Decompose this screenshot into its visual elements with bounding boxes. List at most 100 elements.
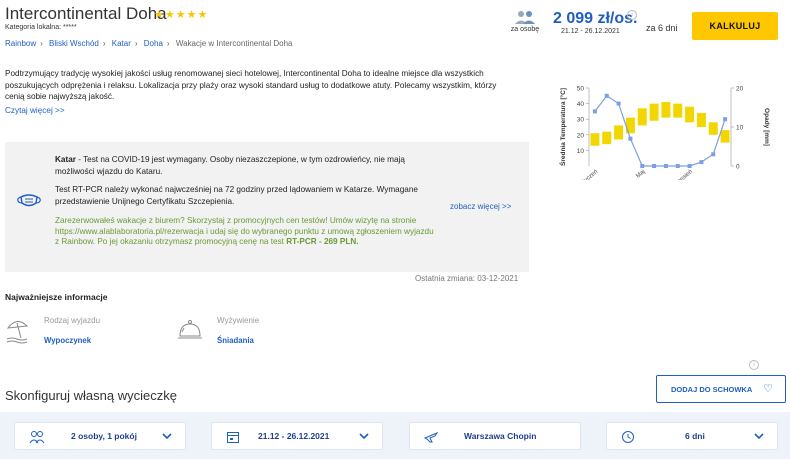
hotel-description: Podtrzymujący tradycję wysokiej jakości …: [5, 69, 497, 101]
y-tick-label: 20: [577, 132, 585, 139]
y-right-tick-label: 20: [736, 86, 744, 93]
climate-chart: 10 20 30 40 50 0 10 20 Średnia Temperatura [°C] O…: [558, 86, 770, 181]
covid-requirement: Katar - Test na COVID-19 jest wymagany. …: [55, 154, 425, 177]
persons-select[interactable]: 2 osoby, 1 pokój: [14, 422, 186, 450]
temperature-bar: [661, 102, 671, 118]
people-icon: [29, 431, 45, 444]
breadcrumb-item-city[interactable]: Doha: [144, 39, 163, 48]
rainfall-point: [687, 164, 692, 168]
per-person-label: za osobę: [510, 26, 540, 33]
key-info-title: Najważniejsze informacje: [5, 292, 108, 302]
info-icon[interactable]: i: [749, 360, 759, 370]
days-label: za 6 dni: [646, 23, 678, 33]
people-icon: [515, 11, 535, 24]
y-right-tick-label: 10: [736, 125, 744, 132]
temperature-bar: [614, 125, 624, 140]
trip-type-value: Wypoczynek: [44, 336, 92, 345]
calendar-icon: [227, 432, 239, 443]
temperature-bar: [720, 130, 730, 143]
rainfall-point: [699, 160, 704, 165]
board-label: Wyżywienie: [217, 316, 260, 325]
temperature-bar: [637, 108, 647, 126]
price: 2 099 zł/os.: [553, 10, 638, 27]
x-tick-label: Wrzesień: [671, 169, 694, 180]
y-tick-label: 10: [577, 148, 585, 155]
chevron-right-icon: ›: [134, 39, 138, 48]
x-tick-label: Maj: [635, 169, 646, 180]
covid-promo-price: RT-PCR - 269 PLN.: [286, 237, 359, 246]
calculate-button[interactable]: KALKULUJ: [692, 12, 778, 40]
cloche-icon: [178, 320, 202, 339]
airplane-icon: [424, 432, 438, 443]
heart-icon: ♡: [763, 383, 773, 395]
rainfall-point: [604, 93, 609, 98]
chevron-right-icon: ›: [102, 39, 106, 48]
trip-type-info: Rodzaj wyjazdu Wypoczynek: [44, 316, 100, 345]
duration-select[interactable]: 6 dni: [606, 422, 778, 450]
airport-select[interactable]: Warszawa Chopin: [409, 422, 581, 450]
covid-requirement-text: - Test na COVID-19 jest wymagany. Osoby …: [55, 155, 405, 176]
add-to-clipboard-button[interactable]: DODAJ DO SCHOWKA ♡: [656, 375, 786, 403]
chevron-right-icon: ›: [166, 39, 170, 48]
temperature-bar: [708, 122, 718, 135]
chevron-down-icon: [359, 433, 369, 440]
covid-promo-text: Zarezerwowałeś wakacje z biurem? Skorzys…: [55, 216, 434, 246]
temperature-bar: [685, 106, 695, 123]
covid-info-box: Katar - Test na COVID-19 jest wymagany. …: [5, 142, 529, 272]
persons-value: 2 osoby, 1 pokój: [71, 431, 137, 441]
breadcrumb-item-rainbow[interactable]: Rainbow: [5, 39, 36, 48]
hotel-title: Intercontinental Doha: [5, 4, 167, 23]
y-tick-label: 50: [577, 86, 585, 93]
y-tick-label: 40: [577, 101, 585, 108]
y-right-axis-label: Opady [mm]: [763, 108, 770, 146]
duration-value: 6 dni: [685, 431, 705, 441]
beach-umbrella-icon: [6, 321, 29, 344]
dates-select[interactable]: 21.12 - 26.12.2021: [211, 422, 383, 450]
rainfall-point: [616, 101, 621, 106]
rainfall-point: [640, 164, 645, 168]
covid-promo: Zarezerwowałeś wakacje z biurem? Skorzys…: [55, 216, 435, 248]
info-icon[interactable]: i: [627, 10, 637, 20]
last-change-date: Ostatnia zmiana: 03-12-2021: [415, 274, 519, 283]
rainfall-point: [663, 164, 668, 168]
chevron-right-icon: ›: [40, 39, 43, 48]
y-axis-label: Średnia Temperatura [°C]: [558, 88, 567, 166]
add-to-clipboard-label: DODAJ DO SCHOWKA: [671, 384, 753, 394]
configure-title: Skonfiguruj własną wycieczkę: [5, 388, 177, 403]
price-dates: 21.12 - 26.12.2021: [561, 28, 620, 35]
temperature-bar: [673, 103, 683, 118]
face-mask-icon: [17, 194, 41, 207]
temperature-bar: [696, 112, 706, 127]
temperature-bar: [590, 133, 600, 146]
see-more-link[interactable]: zobacz więcej >>: [450, 202, 511, 211]
dates-value: 21.12 - 26.12.2021: [258, 431, 330, 441]
temperature-bar: [649, 103, 659, 121]
y-right-tick-label: 0: [736, 164, 740, 171]
local-category: Kategoria lokalna: *****: [5, 24, 77, 31]
read-more-link[interactable]: Czytaj więcej >>: [5, 106, 65, 115]
chevron-down-icon: [162, 433, 172, 440]
rainfall-point: [711, 152, 716, 157]
star-rating: ★★★★★: [154, 9, 209, 21]
covid-test-info: Test RT-PCR należy wykonać najwcześniej …: [55, 185, 418, 206]
breadcrumb: Rainbow › Bliski Wschód › Katar › Doha › Wak…: [5, 39, 292, 48]
board-info: Wyżywienie Śniadania: [217, 316, 259, 345]
y-tick-label: 30: [577, 117, 585, 124]
breadcrumb-item-current: Wakacje w Intercontinental Doha: [175, 39, 293, 48]
airport-value: Warszawa Chopin: [464, 431, 537, 441]
rainfall-point: [675, 164, 680, 168]
temperature-bar: [602, 131, 612, 145]
board-value: Śniadania: [217, 336, 254, 345]
price-box: 2 099 zł/os. 21.12 - 26.12.2021: [553, 10, 638, 35]
rainfall-point: [628, 136, 633, 141]
chevron-down-icon: [754, 433, 764, 440]
x-tick-label: Styczeń: [579, 169, 599, 180]
breadcrumb-item-region[interactable]: Bliski Wschód: [49, 39, 99, 48]
clock-icon: [622, 431, 634, 443]
breadcrumb-item-country[interactable]: Katar: [112, 39, 131, 48]
trip-type-label: Rodzaj wyjazdu: [44, 316, 101, 325]
rainfall-point: [652, 164, 657, 168]
rainfall-point: [592, 109, 597, 114]
per-person-toggle[interactable]: za osobę: [505, 10, 545, 33]
rainfall-point: [723, 117, 728, 122]
